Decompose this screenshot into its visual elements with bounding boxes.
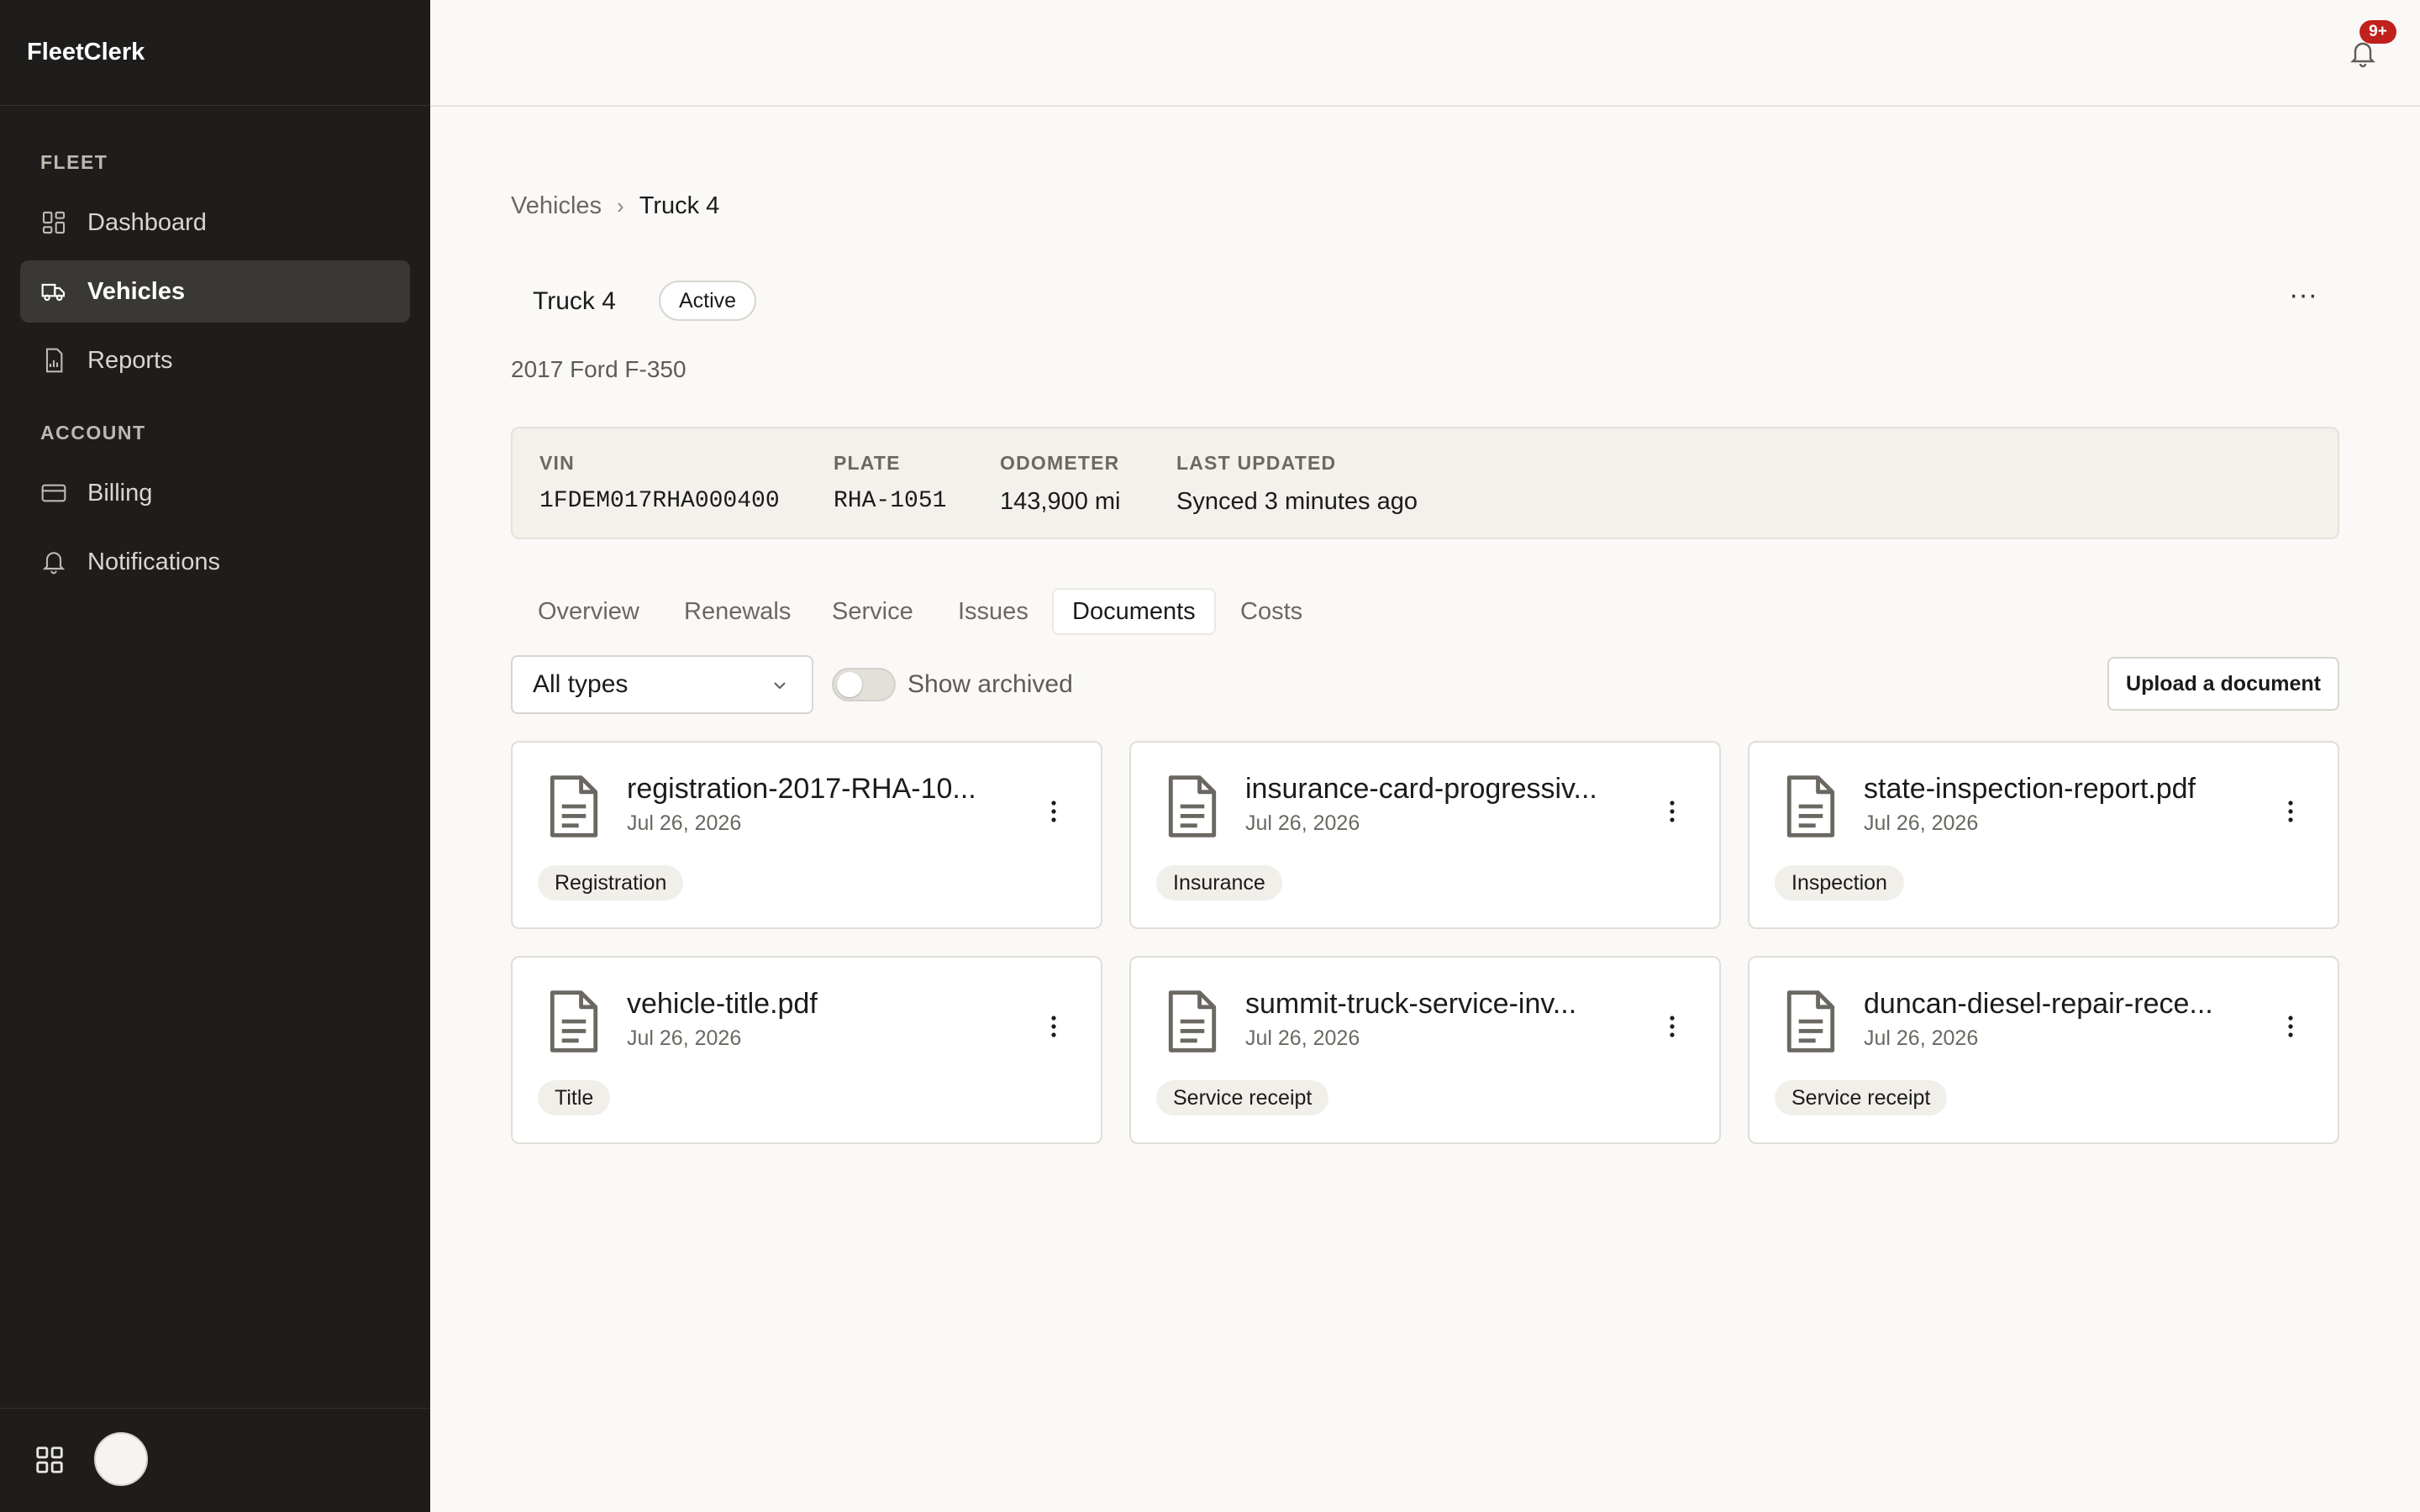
sidebar-item-vehicles[interactable]: Vehicles (20, 260, 410, 323)
odometer-value: 143,900 mi (1000, 488, 1121, 515)
document-name: duncan-diesel-repair-rece... (1864, 988, 2213, 1020)
document-name: vehicle-title.pdf (627, 988, 818, 1020)
document-type-tag: Service receipt (1156, 1080, 1329, 1116)
vehicle-info-panel: VIN 1FDEM017RHA000400 PLATE RHA-1051 ODO… (511, 427, 2339, 539)
page-title: Truck 4 (533, 287, 616, 315)
info-vin: VIN 1FDEM017RHA000400 (539, 452, 780, 514)
credit-card-icon (40, 480, 67, 507)
info-last-updated: LAST UPDATED Synced 3 minutes ago (1176, 452, 1418, 516)
bell-icon (40, 549, 67, 575)
tab-issues[interactable]: Issues (958, 588, 1028, 635)
plate-value: RHA-1051 (834, 488, 947, 514)
sidebar-item-reports[interactable]: Reports (20, 329, 410, 391)
vin-value: 1FDEM017RHA000400 (539, 488, 780, 514)
document-card[interactable]: registration-2017-RHA-10... Jul 26, 2026 R… (511, 741, 1102, 929)
kebab-menu-icon[interactable] (2284, 1011, 2297, 1042)
vehicle-subtitle: 2017 Ford F-350 (511, 356, 687, 382)
show-archived-label: Show archived (908, 670, 1073, 698)
info-label: ODOMETER (1000, 452, 1120, 474)
breadcrumb-vehicles-link[interactable]: Vehicles (511, 192, 602, 220)
sidebar-item-label: Notifications (87, 548, 220, 575)
document-card[interactable]: state-inspection-report.pdf Jul 26, 2026 I… (1748, 741, 2339, 929)
document-type-tag: Inspection (1775, 865, 1904, 900)
top-bar (430, 0, 2420, 107)
tab-overview[interactable]: Overview (538, 588, 639, 635)
sidebar-item-billing[interactable]: Billing (20, 462, 410, 524)
kebab-menu-icon[interactable] (1047, 1011, 1060, 1042)
file-icon (1781, 773, 1840, 840)
document-card[interactable]: summit-truck-service-inv... Jul 26, 2026 S… (1129, 956, 1721, 1144)
kebab-menu-icon[interactable] (2284, 796, 2297, 827)
avatar[interactable] (94, 1432, 148, 1486)
document-name: registration-2017-RHA-10... (627, 773, 976, 805)
nav-section-account: ACCOUNT (40, 422, 146, 444)
document-type-tag: Insurance (1156, 865, 1282, 900)
show-archived-toggle[interactable] (832, 668, 896, 701)
document-name: summit-truck-service-inv... (1245, 988, 1577, 1020)
status-badge: Active (659, 281, 757, 321)
nav-section-fleet: FLEET (40, 151, 108, 173)
info-label: VIN (539, 452, 575, 474)
sidebar-item-dashboard[interactable]: Dashboard (20, 192, 410, 254)
file-icon (544, 988, 603, 1055)
breadcrumb-current: Truck 4 (639, 192, 720, 219)
document-type-tag: Title (538, 1080, 611, 1116)
file-icon (1163, 773, 1222, 840)
kebab-menu-icon[interactable] (1047, 796, 1060, 827)
file-icon (1781, 988, 1840, 1055)
sidebar-item-label: Dashboard (87, 208, 207, 236)
info-label: PLATE (834, 452, 901, 474)
document-date: Jul 26, 2026 (1864, 1026, 1979, 1050)
sidebar: FleetClerk FLEET Dashboard Vehicles Repo… (0, 0, 430, 1512)
document-type-select[interactable]: All types (511, 655, 813, 714)
document-date: Jul 26, 2026 (1245, 811, 1360, 835)
chevron-right-icon: › (617, 192, 624, 218)
last-updated-value: Synced 3 minutes ago (1176, 488, 1418, 515)
apps-grid-icon[interactable] (34, 1444, 66, 1476)
tab-service[interactable]: Service (832, 588, 913, 635)
document-date: Jul 26, 2026 (627, 811, 742, 835)
tab-documents[interactable]: Documents (1052, 588, 1216, 635)
info-plate: PLATE RHA-1051 (834, 452, 946, 514)
info-label: LAST UPDATED (1176, 452, 1337, 474)
sidebar-footer (0, 1408, 430, 1512)
sidebar-item-label: Reports (87, 346, 173, 374)
truck-icon (40, 278, 67, 305)
info-odometer: ODOMETER 143,900 mi (1000, 452, 1121, 516)
upload-document-button[interactable]: Upload a document (2107, 657, 2339, 711)
sidebar-item-notifications[interactable]: Notifications (20, 531, 410, 593)
kebab-menu-icon[interactable] (1665, 796, 1679, 827)
file-icon (544, 773, 603, 840)
document-name: state-inspection-report.pdf (1864, 773, 2196, 805)
document-card[interactable]: duncan-diesel-repair-rece... Jul 26, 2026… (1748, 956, 2339, 1144)
document-date: Jul 26, 2026 (627, 1026, 742, 1050)
sidebar-item-label: Billing (87, 479, 153, 507)
document-type-tag: Registration (538, 865, 684, 900)
chevron-down-icon (774, 682, 786, 690)
document-card[interactable]: insurance-card-progressiv... Jul 26, 2026… (1129, 741, 1721, 929)
select-value: All types (533, 670, 629, 698)
app-title: FleetClerk (0, 0, 430, 106)
document-name: insurance-card-progressiv... (1245, 773, 1597, 805)
breadcrumb: Vehicles › Truck 4 (511, 192, 719, 220)
document-date: Jul 26, 2026 (1245, 1026, 1360, 1050)
dashboard-icon (40, 209, 67, 236)
document-type-tag: Service receipt (1775, 1080, 1948, 1116)
document-date: Jul 26, 2026 (1864, 811, 1979, 835)
sidebar-item-label: Vehicles (87, 277, 186, 305)
toggle-knob (837, 672, 862, 697)
more-options-icon[interactable]: ··· (2282, 281, 2324, 316)
tab-costs[interactable]: Costs (1240, 588, 1302, 635)
kebab-menu-icon[interactable] (1665, 1011, 1679, 1042)
document-card[interactable]: vehicle-title.pdf Jul 26, 2026 Title (511, 956, 1102, 1144)
file-icon (1163, 988, 1222, 1055)
report-icon (40, 347, 67, 374)
notification-count-badge: 9+ (2360, 20, 2396, 44)
tab-renewals[interactable]: Renewals (684, 588, 791, 635)
